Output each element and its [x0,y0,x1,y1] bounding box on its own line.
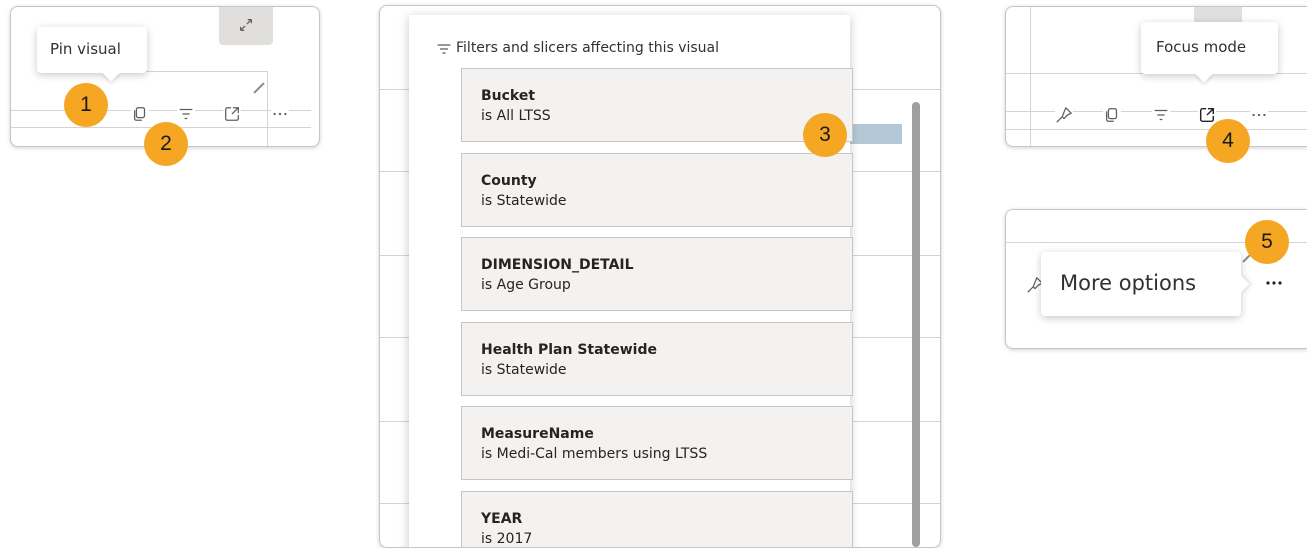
more-options-icon[interactable] [271,105,289,123]
tooltip-text: Focus mode [1156,38,1247,56]
pin-icon[interactable] [1055,106,1073,124]
filter-condition: is Statewide [481,362,567,378]
copy-icon[interactable] [131,105,149,123]
filter-icon[interactable] [177,105,195,123]
more-options-icon[interactable] [1250,106,1268,124]
tooltip-text: More options [1060,271,1197,295]
tooltip-more-options: More options [1041,252,1250,316]
filter-icon [437,44,451,54]
focus-mode-icon[interactable] [223,105,241,123]
scrollbar[interactable] [912,102,920,547]
filter-condition: is Medi-Cal members using LTSS [481,446,708,462]
callout-badge-1: 1 [64,83,108,127]
filter-condition: is All LTSS [481,108,551,124]
filter-condition: is Statewide [481,193,567,209]
filter-card-year[interactable]: YEAR is 2017 [461,491,853,547]
filter-name: YEAR [481,511,523,527]
tooltip-focus-mode: Focus mode [1141,22,1278,83]
filters-flyout: Filters and slicers affecting this visua… [409,15,853,547]
tooltip-text: Pin visual [50,40,121,58]
expand-button[interactable] [219,7,273,45]
row-line [1006,129,1307,130]
tooltip-pin-visual: Pin visual [37,27,147,82]
filter-card-health-plan[interactable]: Health Plan Statewide is Statewide [461,322,853,396]
more-options-icon[interactable] [1264,273,1284,293]
filter-card-county[interactable]: County is Statewide [461,153,853,227]
filter-card-measure-name[interactable]: MeasureName is Medi-Cal members using LT… [461,406,853,480]
filter-condition: is Age Group [481,277,571,293]
filter-name: MeasureName [481,426,594,442]
filter-name: County [481,173,537,189]
callout-badge-5: 5 [1245,220,1289,264]
filter-name: Bucket [481,88,536,104]
flyout-title: Filters and slicers affecting this visua… [456,40,720,56]
filter-name: Health Plan Statewide [481,342,657,358]
filter-icon[interactable] [1152,106,1170,124]
callout-badge-2: 2 [144,122,188,166]
visual-header-toolbar [1006,103,1307,129]
expand-icon [239,18,253,32]
copy-icon[interactable] [1103,106,1121,124]
visual-panel-filters: Filters and slicers affecting this visua… [379,5,941,548]
focus-mode-icon[interactable] [1198,106,1216,124]
filter-name: DIMENSION_DETAIL [481,257,634,273]
callout-badge-4: 4 [1206,119,1250,163]
callout-badge-3: 3 [803,113,847,157]
filter-condition: is 2017 [481,531,533,547]
filter-card-bucket[interactable]: Bucket is All LTSS [461,68,853,142]
filter-card-dimension-detail[interactable]: DIMENSION_DETAIL is Age Group [461,237,853,311]
resize-handle-icon [253,82,265,94]
